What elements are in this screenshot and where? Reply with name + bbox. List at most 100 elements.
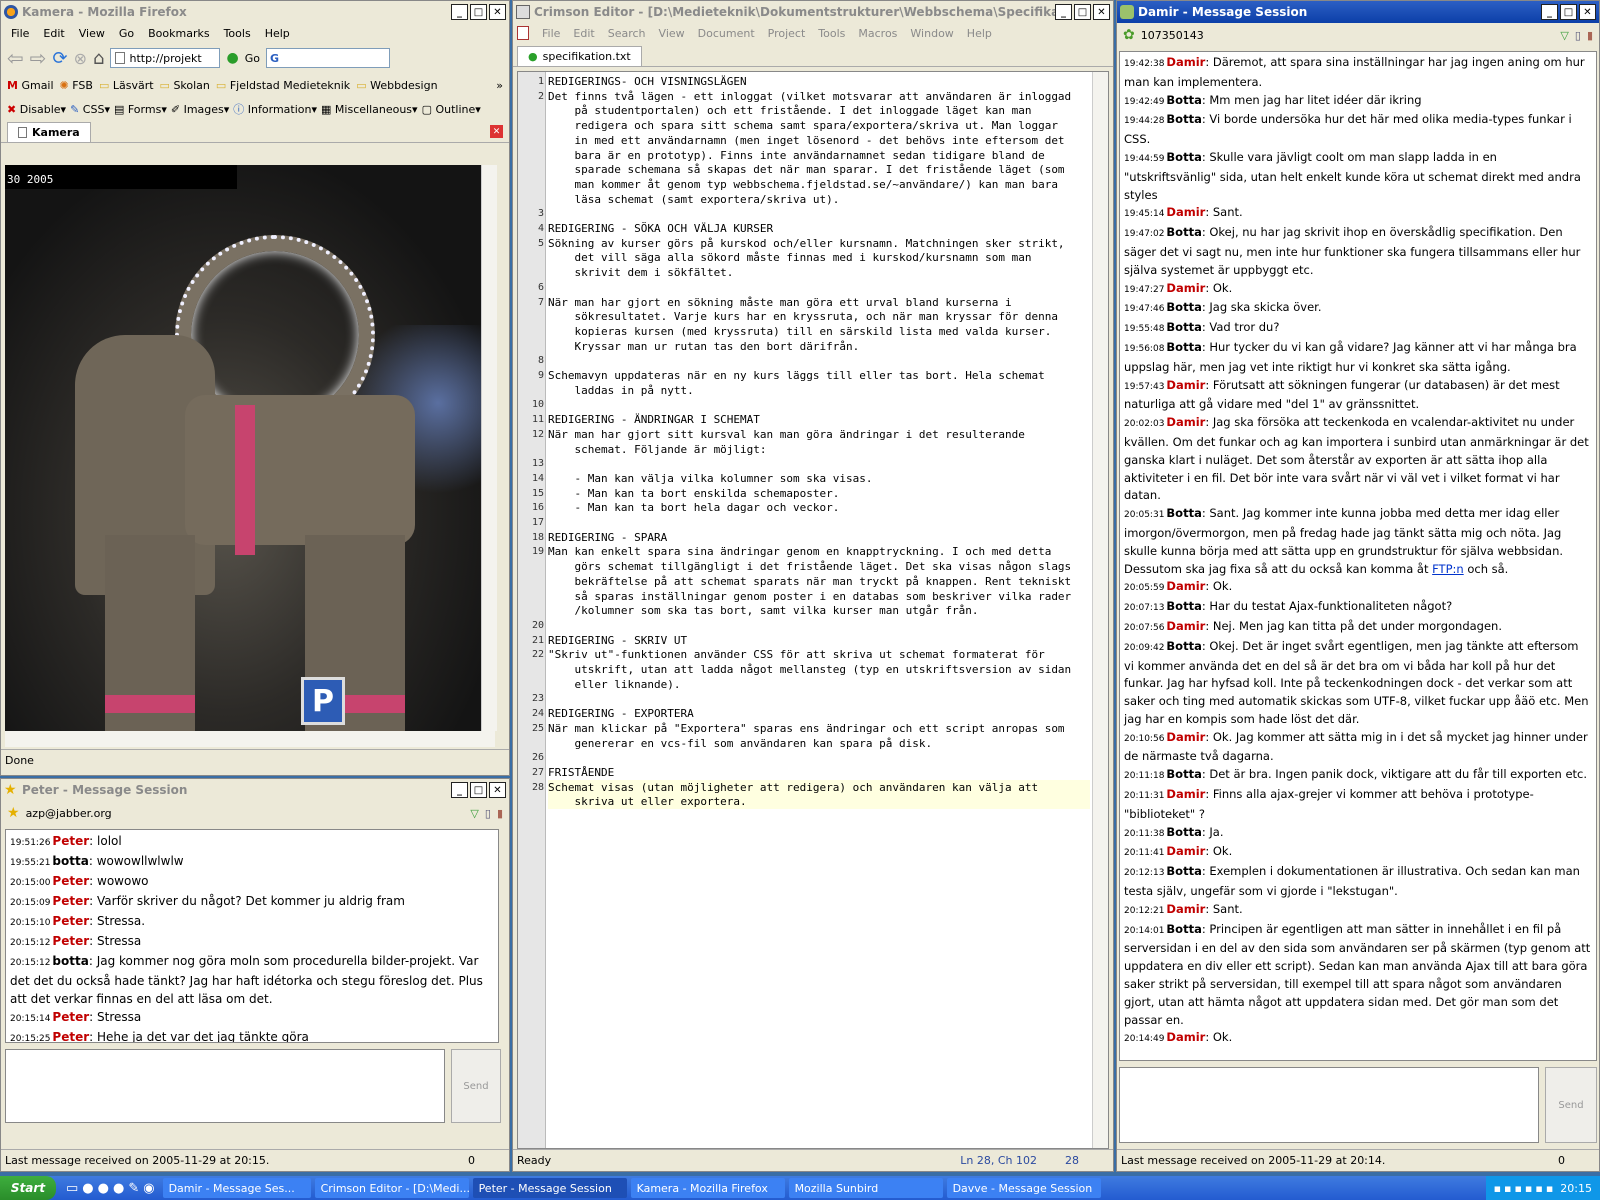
task-crimson[interactable]: Crimson Editor - [D:\Medi... bbox=[314, 1178, 469, 1198]
minimize-button[interactable]: _ bbox=[1055, 4, 1072, 20]
menu-help[interactable]: Help bbox=[265, 27, 290, 40]
more-bookmarks-icon[interactable]: » bbox=[496, 79, 503, 92]
images-menu[interactable]: ✐ Images▾ bbox=[171, 103, 229, 116]
editor-line: sökresultatet. Varje kurs har en kryssru… bbox=[548, 310, 1058, 324]
info-icon[interactable]: ▯ bbox=[1575, 29, 1581, 42]
message-sender: Peter bbox=[52, 914, 90, 928]
search-input[interactable]: G bbox=[265, 48, 390, 68]
webcam-hscroll[interactable] bbox=[5, 731, 495, 747]
close-button[interactable]: ✕ bbox=[489, 782, 506, 798]
reload-icon[interactable]: ⟳ bbox=[53, 48, 68, 69]
go-button[interactable]: Go bbox=[245, 52, 260, 65]
close-button[interactable]: ✕ bbox=[1093, 4, 1110, 20]
bookmark-lasvart[interactable]: ▭ Läsvärt bbox=[99, 79, 154, 92]
url-bar[interactable]: http://projekt bbox=[110, 48, 221, 68]
menu-help[interactable]: Help bbox=[967, 27, 992, 40]
editor-line: Kryssar man ur rutan tas den bort därifr… bbox=[548, 339, 860, 353]
information-menu[interactable]: ⓘ Information▾ bbox=[233, 101, 317, 117]
maximize-button[interactable]: □ bbox=[470, 4, 487, 20]
message-timestamp: 20:15:12 bbox=[10, 958, 51, 968]
editor-line: så sparas inställningar genom poster i e… bbox=[548, 589, 1072, 603]
editor-line: - Man kan ta bort hela dagar och veckor. bbox=[548, 501, 840, 515]
menu-edit[interactable]: Edit bbox=[573, 27, 594, 40]
menu-tools[interactable]: Tools bbox=[818, 27, 845, 40]
maximize-button[interactable]: □ bbox=[1560, 4, 1577, 20]
menu-bookmarks[interactable]: Bookmarks bbox=[148, 27, 209, 40]
damir-titlebar[interactable]: Damir - Message Session _ □ ✕ bbox=[1117, 1, 1599, 23]
stop-icon[interactable]: ⊗ bbox=[74, 49, 87, 68]
menu-search[interactable]: Search bbox=[608, 27, 646, 40]
contact-number: 107350143 bbox=[1140, 28, 1204, 42]
menu-macros[interactable]: Macros bbox=[858, 27, 897, 40]
task-firefox[interactable]: Kamera - Mozilla Firefox bbox=[630, 1178, 785, 1198]
task-peter[interactable]: Peter - Message Session bbox=[472, 1178, 627, 1198]
history-icon[interactable]: ▮ bbox=[497, 807, 503, 820]
close-button[interactable]: ✕ bbox=[489, 4, 506, 20]
maximize-button[interactable]: □ bbox=[470, 782, 487, 798]
chat-message: 20:15:00 Peter: wowowo bbox=[10, 874, 149, 888]
forms-menu[interactable]: ▤ Forms▾ bbox=[114, 103, 167, 116]
disable-menu[interactable]: ✖ Disable▾ bbox=[7, 103, 66, 116]
menu-go[interactable]: Go bbox=[119, 27, 134, 40]
menu-view[interactable]: View bbox=[659, 27, 685, 40]
send-button[interactable]: Send bbox=[451, 1049, 501, 1123]
go-icon[interactable]: ● bbox=[226, 50, 238, 66]
damir-message-input[interactable] bbox=[1119, 1067, 1539, 1143]
editor-line: sparade schemana så skapas det när man s… bbox=[548, 163, 1065, 177]
bookmark-fjeldstad[interactable]: ▭ Fjeldstad Medieteknik bbox=[216, 79, 350, 92]
history-icon[interactable]: ▮ bbox=[1587, 29, 1593, 42]
bookmark-gmail[interactable]: M Gmail bbox=[7, 79, 54, 92]
peter-titlebar[interactable]: ★ Peter - Message Session _ □ ✕ bbox=[1, 779, 509, 801]
menu-file[interactable]: File bbox=[542, 27, 560, 40]
expand-icon[interactable]: ▽ bbox=[1560, 29, 1568, 42]
peter-message-input[interactable] bbox=[5, 1049, 445, 1123]
task-damir[interactable]: Damir - Message Ses... bbox=[162, 1178, 311, 1198]
menu-tools[interactable]: Tools bbox=[224, 27, 251, 40]
damir-statusbar: Last message received on 2005-11-29 at 2… bbox=[1117, 1149, 1599, 1171]
webcam-vscroll[interactable] bbox=[481, 165, 497, 731]
info-icon[interactable]: ▯ bbox=[485, 807, 491, 820]
editor-line: När man har gjort en sökning måste man g… bbox=[548, 295, 1012, 309]
maximize-button[interactable]: □ bbox=[1074, 4, 1091, 20]
message-timestamp: 19:55:48 bbox=[1124, 324, 1165, 335]
home-icon[interactable]: ⌂ bbox=[93, 48, 104, 69]
close-button[interactable]: ✕ bbox=[1579, 4, 1596, 20]
task-davve[interactable]: Davve - Message Session bbox=[946, 1178, 1101, 1198]
menu-project[interactable]: Project bbox=[768, 27, 806, 40]
css-menu[interactable]: ✎ CSS▾ bbox=[70, 103, 110, 116]
bookmark-webbdesign[interactable]: ▭ Webbdesign bbox=[356, 79, 437, 92]
start-button[interactable]: Start bbox=[0, 1176, 56, 1200]
message-timestamp: 20:15:00 bbox=[10, 878, 51, 888]
firefox-titlebar[interactable]: Kamera - Mozilla Firefox _ □ ✕ bbox=[1, 1, 509, 23]
forward-icon[interactable]: ⇨ bbox=[30, 46, 47, 70]
editor-vscroll[interactable] bbox=[1092, 72, 1108, 1148]
send-button[interactable]: Send bbox=[1545, 1067, 1597, 1143]
bookmark-fsb[interactable]: ✺ FSB bbox=[60, 79, 93, 92]
text-editor[interactable]: 1 2 3 4 5 6 7 8 9 10 11 12 13 14 15 16 17 18 19 20 21 22 23 24 2… bbox=[517, 71, 1109, 1149]
crimson-titlebar[interactable]: Crimson Editor - [D:\Medieteknik\Dokumen… bbox=[513, 1, 1113, 23]
ftp-link[interactable]: FTP:n bbox=[1432, 562, 1464, 576]
message-sender: Botta bbox=[1166, 599, 1202, 614]
back-icon[interactable]: ⇦ bbox=[7, 46, 24, 70]
menu-edit[interactable]: Edit bbox=[43, 27, 64, 40]
task-sunbird[interactable]: Mozilla Sunbird bbox=[788, 1178, 943, 1198]
line-number: 23 bbox=[531, 693, 544, 705]
menu-view[interactable]: View bbox=[79, 27, 105, 40]
expand-icon[interactable]: ▽ bbox=[470, 807, 478, 820]
crimson-window: Crimson Editor - [D:\Medieteknik\Dokumen… bbox=[512, 0, 1114, 1172]
tab-specifikation[interactable]: ● specifikation.txt bbox=[517, 46, 642, 66]
menu-window[interactable]: Window bbox=[910, 27, 953, 40]
outline-menu[interactable]: ▢ Outline▾ bbox=[422, 103, 481, 116]
bookmark-skolan[interactable]: ▭ Skolan bbox=[160, 79, 210, 92]
menu-file[interactable]: File bbox=[11, 27, 29, 40]
menu-document[interactable]: Document bbox=[698, 27, 755, 40]
message-sender: Botta bbox=[1166, 767, 1202, 782]
line-number: 28 bbox=[531, 781, 544, 793]
close-tab-icon[interactable]: ✕ bbox=[490, 125, 503, 138]
minimize-button[interactable]: _ bbox=[451, 782, 468, 798]
tab-kamera[interactable]: Kamera bbox=[7, 121, 91, 142]
minimize-button[interactable]: _ bbox=[1541, 4, 1558, 20]
peter-chat-log: 19:51:26 Peter: lolol 19:55:21 botta: wowow… bbox=[5, 829, 499, 1043]
minimize-button[interactable]: _ bbox=[451, 4, 468, 20]
misc-menu[interactable]: ▦ Miscellaneous▾ bbox=[321, 103, 418, 116]
